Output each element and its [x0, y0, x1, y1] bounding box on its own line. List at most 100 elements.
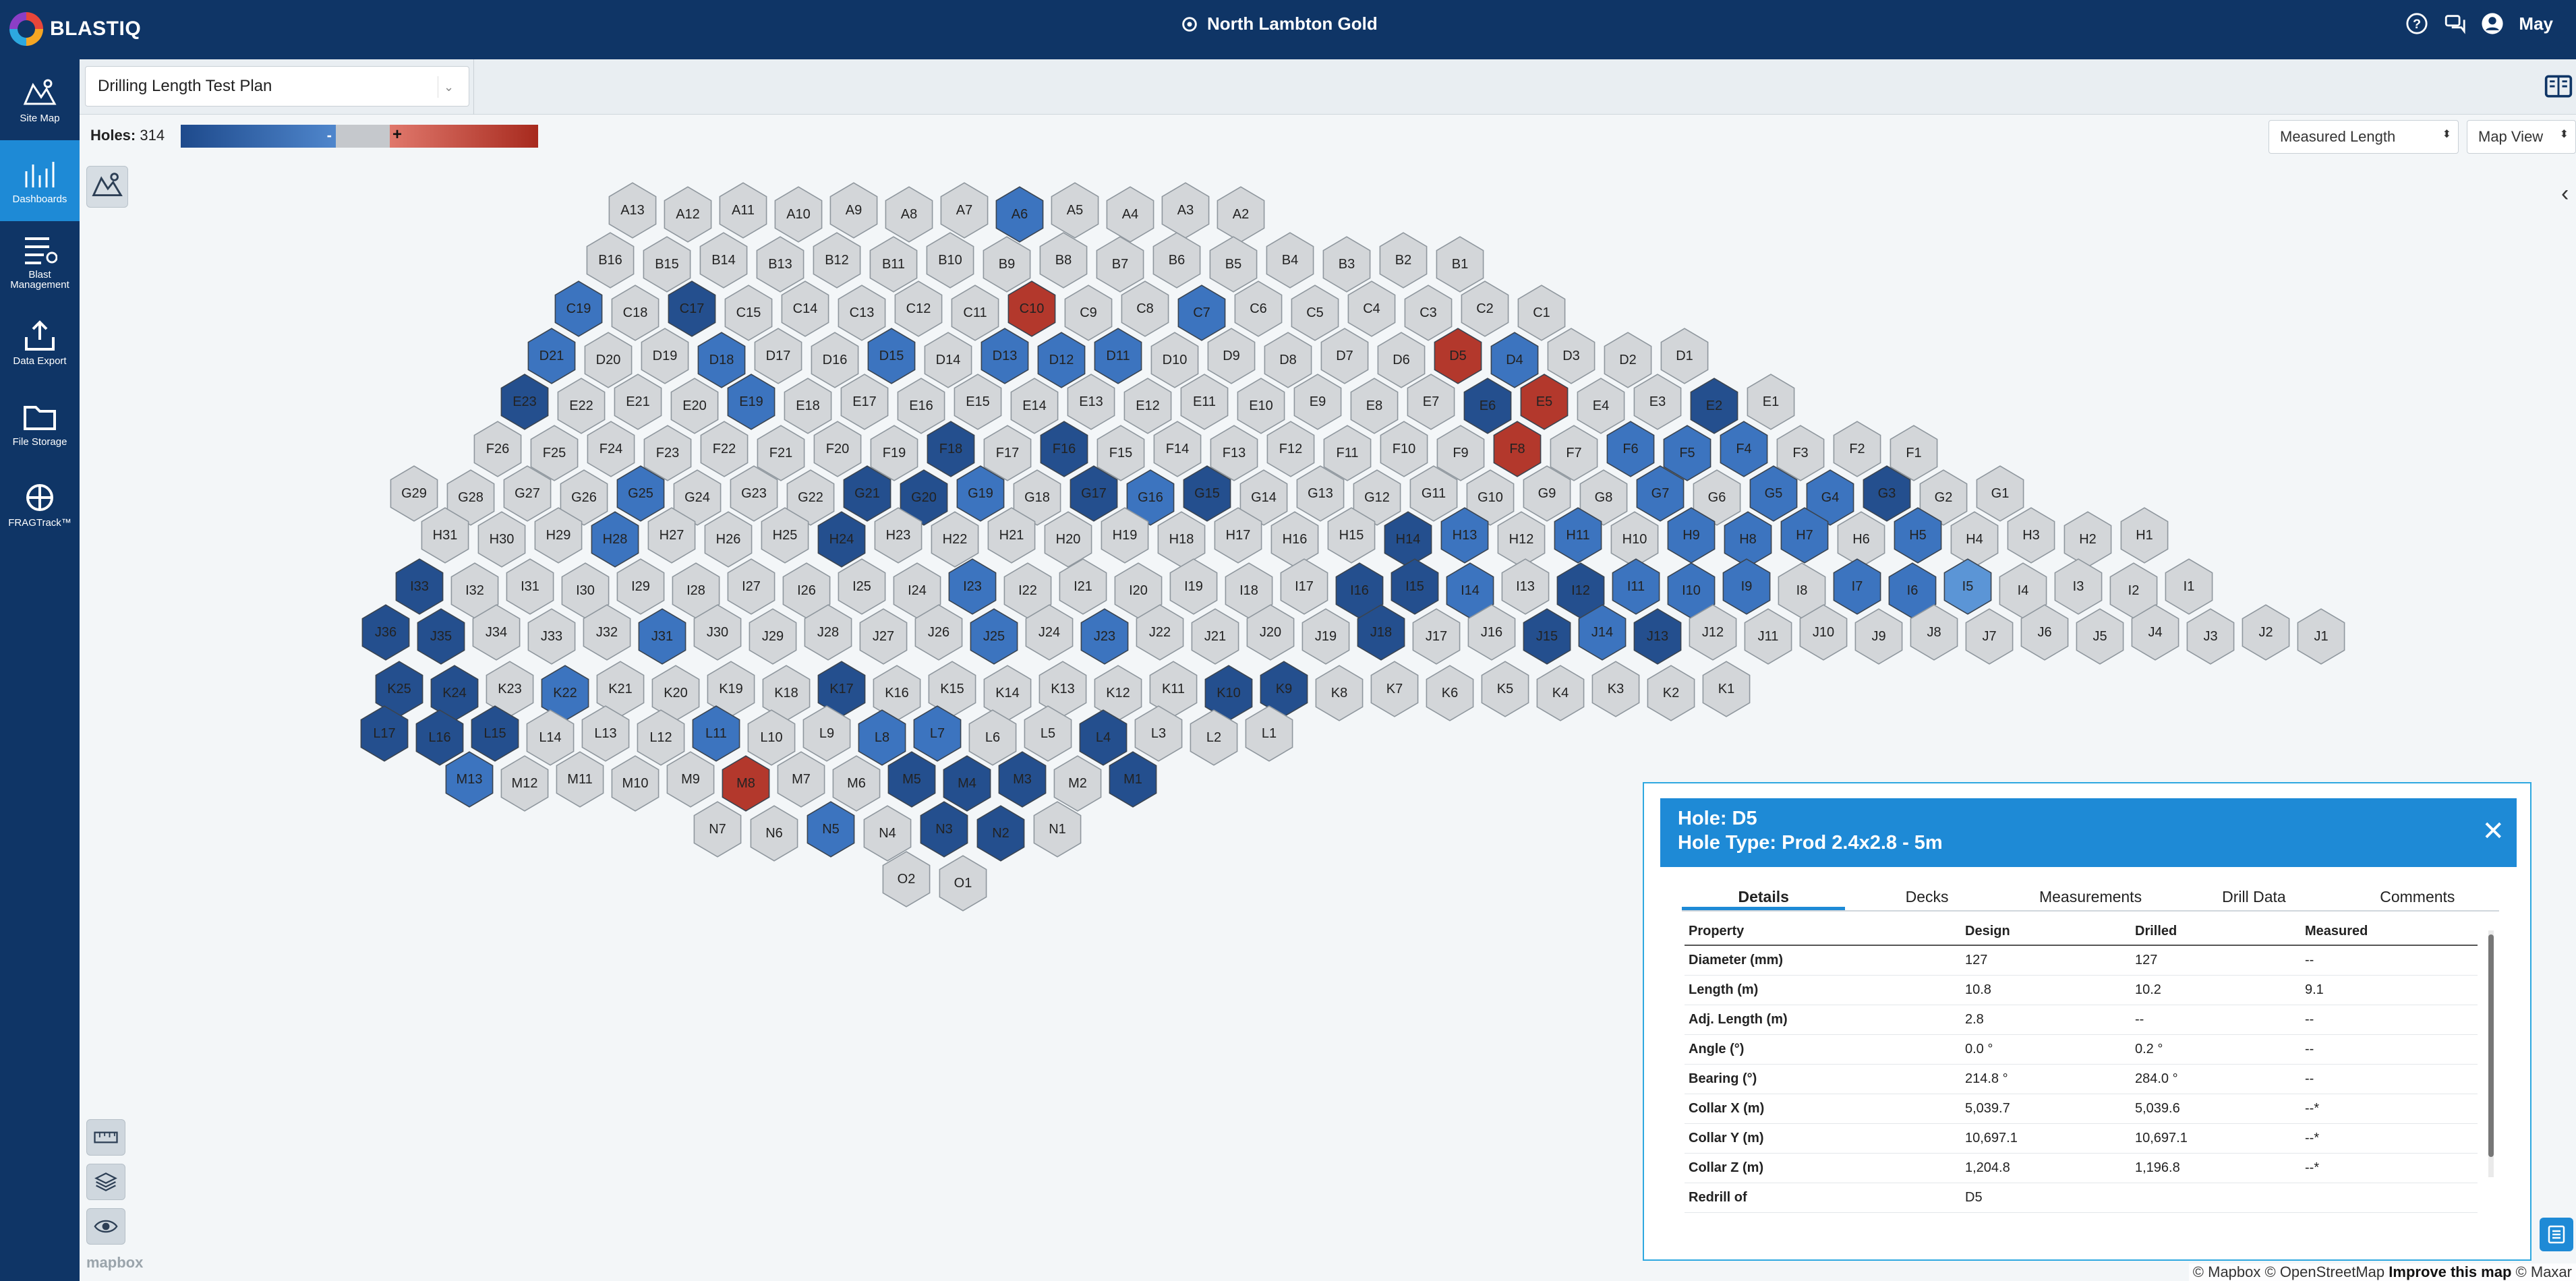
visibility-button[interactable]: [86, 1208, 125, 1245]
hole-cell[interactable]: K5: [1481, 661, 1529, 717]
hole-cell[interactable]: H28: [591, 511, 639, 568]
hole-cell[interactable]: A5: [1051, 182, 1099, 239]
hole-cell[interactable]: F26: [473, 421, 522, 477]
hole-cell[interactable]: E6: [1463, 378, 1512, 434]
hole-cell[interactable]: D18: [697, 332, 746, 388]
hole-cell[interactable]: E10: [1237, 378, 1285, 434]
hole-cell[interactable]: J35: [417, 608, 465, 665]
hole-cell[interactable]: H4: [1950, 511, 1999, 568]
hole-cell[interactable]: N6: [750, 805, 798, 862]
hole-cell[interactable]: J9: [1854, 608, 1903, 665]
view-select[interactable]: Map View ⬍: [2467, 120, 2576, 154]
hole-cell[interactable]: H3: [2007, 507, 2055, 564]
hole-cell[interactable]: B2: [1379, 232, 1428, 289]
hole-cell[interactable]: E17: [840, 374, 889, 430]
nav-data-export[interactable]: Data Export: [0, 302, 80, 383]
hole-cell[interactable]: D3: [1547, 328, 1596, 384]
hole-cell[interactable]: E4: [1577, 378, 1625, 434]
hole-cell[interactable]: C9: [1064, 285, 1113, 341]
hole-cell[interactable]: I5: [1943, 558, 1992, 615]
tab-comments[interactable]: Comments: [2336, 883, 2499, 910]
hole-cell[interactable]: D7: [1320, 328, 1369, 384]
hole-cell[interactable]: I31: [506, 558, 554, 615]
hole-cell[interactable]: B10: [926, 232, 974, 289]
hole-cell[interactable]: C6: [1234, 280, 1283, 337]
plan-select[interactable]: Drilling Length Test Plan ⌄: [85, 66, 469, 107]
user-name[interactable]: May: [2519, 13, 2553, 34]
hole-cell[interactable]: C4: [1347, 280, 1396, 337]
hole-cell[interactable]: E11: [1180, 374, 1229, 430]
hole-cell[interactable]: H12: [1497, 511, 1546, 568]
hole-cell[interactable]: D13: [980, 328, 1029, 384]
hole-cell[interactable]: B1: [1436, 236, 1484, 293]
hole-cell[interactable]: B4: [1266, 232, 1314, 289]
hole-cell[interactable]: E5: [1520, 374, 1569, 430]
hole-cell[interactable]: A11: [719, 182, 767, 239]
hole-cell[interactable]: C5: [1291, 285, 1339, 341]
hole-cell[interactable]: E3: [1633, 374, 1682, 430]
hole-cell[interactable]: B8: [1039, 232, 1088, 289]
hole-cell[interactable]: E16: [897, 378, 945, 434]
hole-cell[interactable]: F2: [1833, 421, 1881, 477]
hole-cell[interactable]: N7: [693, 801, 742, 858]
hole-cell[interactable]: H10: [1610, 511, 1659, 568]
hole-cell[interactable]: H18: [1157, 511, 1206, 568]
hole-cell[interactable]: I11: [1612, 558, 1660, 615]
nav-site-map[interactable]: Site Map: [0, 59, 80, 140]
hole-cell[interactable]: D14: [924, 332, 972, 388]
hole-cell[interactable]: J15: [1523, 608, 1571, 665]
help-icon[interactable]: ?: [2405, 12, 2428, 35]
hole-cell[interactable]: H20: [1044, 511, 1092, 568]
hole-cell[interactable]: I13: [1501, 558, 1550, 615]
hole-cell[interactable]: F14: [1153, 421, 1202, 477]
hole-cell[interactable]: E13: [1067, 374, 1115, 430]
hole-cell[interactable]: J17: [1412, 608, 1461, 665]
hole-cell[interactable]: A7: [940, 182, 989, 239]
panel-scrollbar[interactable]: [2488, 930, 2494, 1177]
hole-cell[interactable]: M6: [832, 755, 881, 812]
hole-cell[interactable]: K4: [1536, 665, 1585, 721]
tab-drill-data[interactable]: Drill Data: [2172, 883, 2335, 910]
hole-cell[interactable]: F10: [1380, 421, 1428, 477]
hole-cell[interactable]: K2: [1647, 665, 1695, 721]
hole-cell[interactable]: A8: [885, 186, 933, 243]
hole-cell[interactable]: D16: [811, 332, 859, 388]
hole-cell[interactable]: I3: [2054, 558, 2103, 615]
hole-cell[interactable]: C11: [951, 285, 999, 341]
hole-cell[interactable]: M9: [666, 751, 715, 808]
hole-cell[interactable]: D2: [1604, 332, 1652, 388]
hole-cell[interactable]: D19: [641, 328, 689, 384]
hole-cell[interactable]: A3: [1161, 182, 1210, 239]
book-icon[interactable]: [2544, 71, 2573, 101]
hole-cell[interactable]: B9: [983, 236, 1031, 293]
hole-cell[interactable]: J23: [1080, 608, 1129, 665]
hole-cell[interactable]: D20: [584, 332, 633, 388]
hole-cell[interactable]: I25: [838, 558, 886, 615]
site-map-toggle-button[interactable]: [86, 166, 128, 208]
hole-cell[interactable]: F22: [700, 421, 749, 477]
hole-cell[interactable]: D1: [1660, 328, 1709, 384]
hole-cell[interactable]: H6: [1837, 511, 1885, 568]
hole-cell[interactable]: I23: [948, 558, 997, 615]
hole-cell[interactable]: H30: [477, 511, 526, 568]
hole-cell[interactable]: F8: [1493, 421, 1542, 477]
hole-cell[interactable]: J2: [2242, 604, 2290, 661]
hole-cell[interactable]: D17: [754, 328, 802, 384]
hole-cell[interactable]: K7: [1370, 661, 1419, 717]
hole-cell[interactable]: E15: [954, 374, 1002, 430]
hole-cell[interactable]: J11: [1744, 608, 1792, 665]
hole-cell[interactable]: E2: [1690, 378, 1738, 434]
hole-cell[interactable]: D5: [1434, 328, 1482, 384]
hole-cell[interactable]: H24: [817, 511, 866, 568]
hole-cell[interactable]: E22: [557, 378, 606, 434]
hole-cell[interactable]: M2: [1053, 755, 1102, 812]
hole-cell[interactable]: K1: [1702, 661, 1751, 717]
hole-cell[interactable]: K3: [1591, 661, 1640, 717]
panel-toggle-button[interactable]: [2540, 1218, 2573, 1251]
hole-cell[interactable]: M3: [998, 751, 1047, 808]
hole-cell[interactable]: A9: [829, 182, 878, 239]
ruler-button[interactable]: [86, 1119, 125, 1156]
hole-cell[interactable]: J1: [2297, 608, 2345, 665]
hole-cell[interactable]: B5: [1209, 236, 1258, 293]
hole-cell[interactable]: C15: [724, 285, 773, 341]
